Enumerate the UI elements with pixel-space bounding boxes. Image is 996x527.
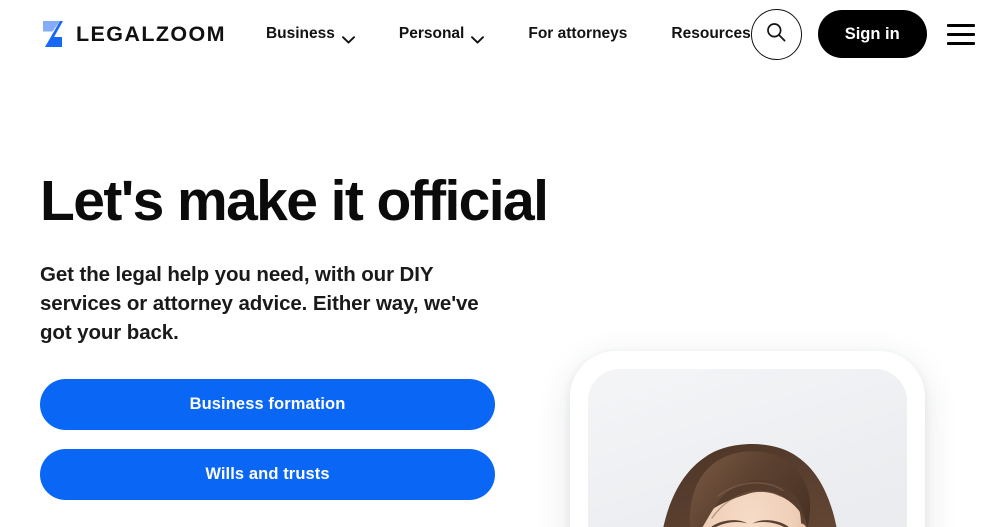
hero-portrait-photo [588,369,907,527]
page-title: Let's make it official [40,169,549,233]
site-header: LEGALZOOM Business Personal For attorney… [0,0,996,68]
nav-item-business[interactable]: Business [266,19,355,49]
nav-item-for-attorneys[interactable]: For attorneys [528,19,627,49]
header-actions: Sign in [750,8,979,60]
nav-item-resources[interactable]: Resources [671,19,750,49]
chevron-down-icon [471,31,485,44]
wills-and-trusts-button[interactable]: Wills and trusts [40,449,495,501]
hero-section: Let's make it official Get the legal hel… [0,68,996,527]
hamburger-menu-icon[interactable] [946,19,979,49]
legalzoom-z-logo-icon [40,19,66,49]
hero-image-card [570,351,925,527]
hero-subheadline: Get the legal help you need, with our DI… [40,262,479,344]
business-formation-button[interactable]: Business formation [40,379,495,431]
search-button[interactable] [750,8,802,60]
logo-link[interactable]: LEGALZOOM [40,19,226,49]
nav-label-business: Business [265,25,335,42]
primary-navigation: Business Personal For attorneys Resource… [266,19,751,49]
search-icon [765,21,787,48]
hero-content: Let's make it official Get the legal hel… [40,169,549,501]
nav-label-for-attorneys: For attorneys [528,25,628,42]
burger-line-1 [946,23,975,27]
nav-label-resources: Resources [671,25,751,42]
brand-name: LEGALZOOM [76,21,226,46]
burger-line-3 [946,41,975,45]
nav-label-personal: Personal [398,25,465,42]
chevron-down-icon [341,31,355,44]
burger-line-2 [946,32,975,36]
hero-cta-group: Business formation Wills and trusts [40,379,495,501]
sign-in-button[interactable]: Sign in [817,10,927,58]
nav-item-personal[interactable]: Personal [398,19,485,49]
